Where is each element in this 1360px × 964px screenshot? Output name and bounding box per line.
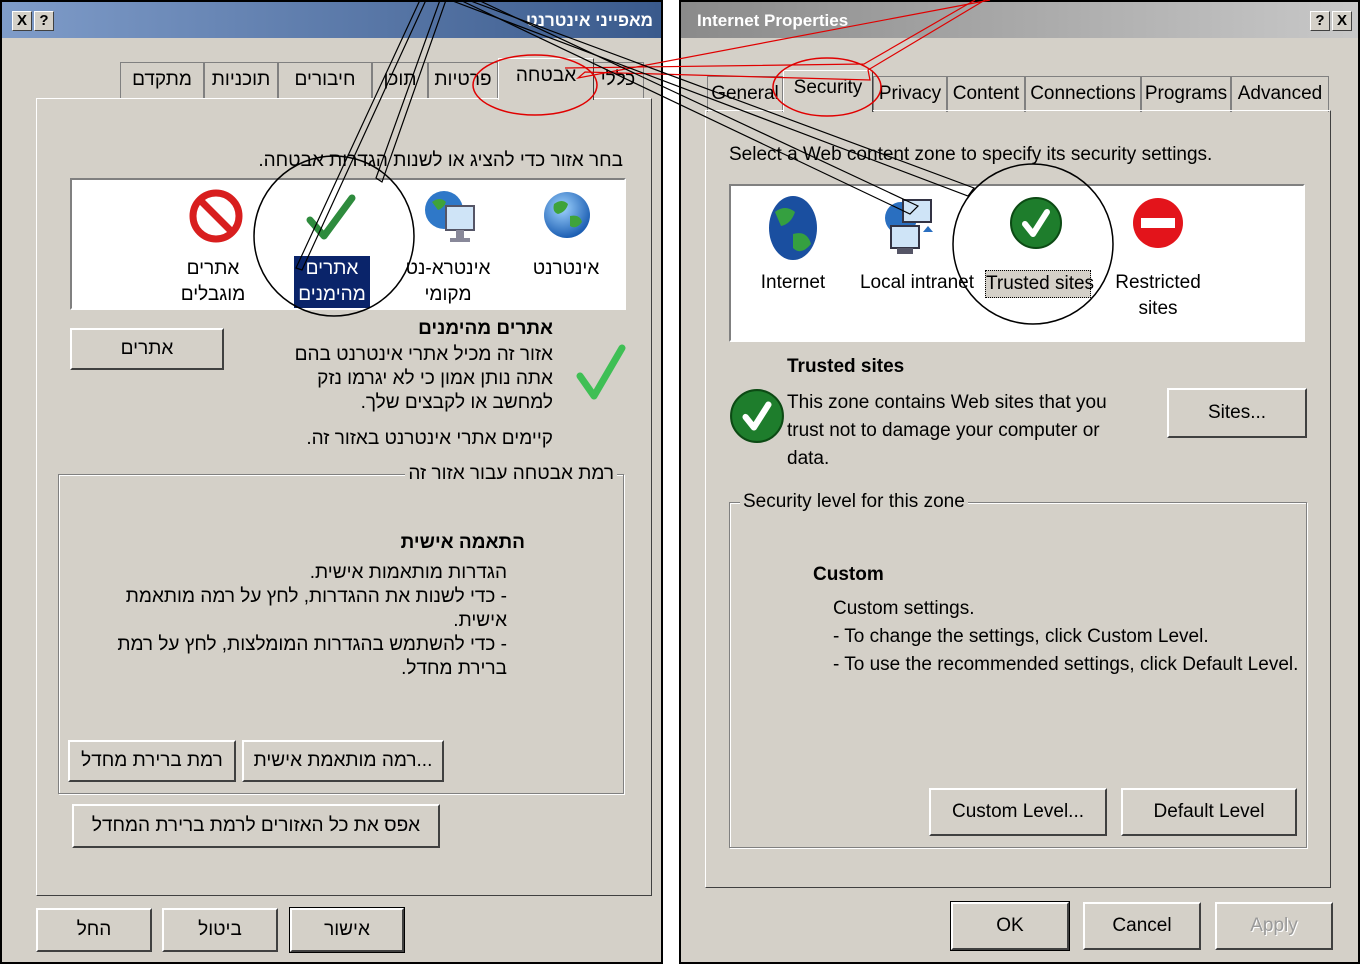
- zone-description-3: data.: [787, 448, 830, 469]
- zone-description-2: אתה נותן אמון כי לא יגרמו נזק: [317, 368, 553, 389]
- zone-restricted-line2: sites: [1138, 298, 1178, 319]
- apply-button[interactable]: Apply: [1215, 902, 1333, 950]
- tab-connections[interactable]: Connections: [1025, 76, 1141, 112]
- zone-list: אינטרנט אינטרא-נט מקומי אתרים מהימנים את…: [70, 178, 626, 310]
- zone-intranet-line2: מקומי: [424, 284, 472, 305]
- sites-button[interactable]: אתרים: [70, 328, 224, 370]
- custom-heading: התאמה אישית: [400, 532, 525, 553]
- custom-line-1: Custom settings.: [833, 598, 975, 619]
- trusted-check-icon: [1010, 197, 1062, 249]
- default-level-button[interactable]: Default Level: [1121, 788, 1297, 836]
- tab-programs[interactable]: Programs: [1141, 76, 1231, 112]
- zone-description-1: This zone contains Web sites that you: [787, 392, 1107, 413]
- ok-button[interactable]: OK: [950, 901, 1070, 951]
- security-level-legend: רמת אבטחה עבור אזור זה: [405, 463, 617, 485]
- tab-programs[interactable]: תוכניות: [204, 62, 278, 98]
- apply-button[interactable]: החל: [36, 908, 152, 952]
- tab-content[interactable]: תוכן: [372, 62, 428, 98]
- zone-intranet-line1: אינטרא-נט: [405, 258, 491, 279]
- zone-restricted-line1: Restricted: [1115, 272, 1201, 293]
- zone-heading: Trusted sites: [787, 356, 905, 377]
- reset-all-zones-button[interactable]: אפס את כל האזורים לרמת ברירת המחדל: [72, 804, 440, 848]
- zone-internet[interactable]: Internet: [751, 270, 835, 296]
- hebrew-dialog: X ? מאפייני אינטרנט כללי אבטחה פרטיות תו…: [0, 0, 663, 964]
- english-title-bar: Internet Properties ? X: [681, 2, 1358, 38]
- tab-advanced[interactable]: מתקדם: [120, 62, 204, 98]
- restricted-icon: [189, 189, 243, 243]
- custom-line-4: - כדי להשתמש בהגדרות המומלצות, לחץ על רמ…: [117, 634, 507, 655]
- zone-description-2: trust not to damage your computer or: [787, 420, 1100, 441]
- trusted-check-icon: [576, 344, 626, 400]
- security-level-legend: Security level for this zone: [740, 491, 968, 513]
- custom-line-2: - To change the settings, click Custom L…: [833, 626, 1209, 647]
- tab-privacy[interactable]: Privacy: [873, 76, 947, 112]
- zone-trusted-sites[interactable]: אתרים מהימנים: [294, 256, 370, 308]
- custom-line-1: הגדרות מותאמות אישית.: [309, 562, 507, 583]
- close-button[interactable]: X: [1332, 11, 1352, 31]
- custom-line-5: ברירת מחדל.: [401, 658, 507, 679]
- help-button[interactable]: ?: [34, 11, 54, 31]
- zone-restricted-line1: אתרים: [186, 258, 240, 279]
- zone-instruction: בחר אזור כדי להציג או לשנות הגדרות אבטחה…: [258, 150, 623, 171]
- zone-trusted-line1: אתרים: [305, 258, 359, 279]
- zone-internet[interactable]: אינטרנט: [524, 256, 608, 282]
- custom-line-3: - To use the recommended settings, click…: [833, 654, 1299, 675]
- zone-restricted-line2: מוגבלים: [180, 284, 246, 305]
- globe-icon: [544, 192, 590, 238]
- zone-local-intranet[interactable]: אינטרא-נט מקומי: [398, 256, 498, 308]
- custom-line-3: אישית.: [453, 610, 507, 631]
- cancel-button[interactable]: ביטול: [162, 908, 278, 952]
- cancel-button[interactable]: Cancel: [1083, 902, 1201, 950]
- window-title: Internet Properties: [697, 11, 849, 30]
- zone-trusted-line2: מהימנים: [298, 284, 366, 305]
- zone-description-3: למחשב או לקבצים שלך.: [360, 392, 553, 413]
- zone-description-4: קיימים אתרי אינטרנט באזור זה.: [306, 428, 553, 449]
- zone-description-1: אזור זה מכיל אתרי אינטרנט בהם: [294, 344, 553, 365]
- zone-heading: אתרים מהימנים: [418, 318, 553, 339]
- help-button[interactable]: ?: [1310, 11, 1330, 31]
- zone-instruction: Select a Web content zone to specify its…: [729, 144, 1213, 165]
- custom-level-button[interactable]: Custom Level...: [929, 788, 1107, 836]
- window-title: מאפייני אינטרנט: [525, 11, 653, 30]
- custom-heading: Custom: [813, 564, 884, 585]
- intranet-icon: [885, 199, 933, 254]
- zone-restricted-sites[interactable]: Restricted sites: [1109, 270, 1207, 322]
- english-dialog: Internet Properties ? X General Security…: [679, 0, 1360, 964]
- tab-connections[interactable]: חיבורים: [278, 62, 372, 98]
- default-level-button[interactable]: רמת ברירת מחדל: [68, 740, 236, 782]
- tab-privacy[interactable]: פרטיות: [428, 62, 498, 98]
- trusted-check-icon: [730, 389, 784, 443]
- zone-list: Internet Local intranet Trusted sites Re…: [729, 184, 1305, 342]
- sites-button[interactable]: Sites...: [1167, 388, 1307, 438]
- tab-content[interactable]: Content: [947, 76, 1025, 112]
- zone-restricted-sites[interactable]: אתרים מוגבלים: [168, 256, 258, 308]
- tab-security[interactable]: Security: [783, 70, 873, 112]
- intranet-icon: [425, 191, 475, 242]
- tab-security[interactable]: אבטחה: [498, 58, 594, 100]
- restricted-icon: [1133, 198, 1183, 248]
- zone-local-intranet[interactable]: Local intranet: [857, 270, 977, 296]
- tab-general[interactable]: General: [707, 76, 783, 112]
- ok-button[interactable]: אישור: [289, 907, 405, 953]
- tab-general[interactable]: כללי: [592, 62, 644, 98]
- close-button[interactable]: X: [12, 11, 32, 31]
- hebrew-title-bar: X ? מאפייני אינטרנט: [2, 2, 661, 38]
- trusted-check-icon: [306, 194, 356, 240]
- tab-advanced[interactable]: Advanced: [1231, 76, 1329, 112]
- globe-icon: [769, 196, 817, 260]
- custom-line-2: - כדי לשנות את ההגדרות, לחץ על רמה מותאמ…: [125, 586, 507, 607]
- custom-level-button[interactable]: רמה מותאמת אישית...: [242, 740, 444, 782]
- zone-trusted-sites[interactable]: Trusted sites: [985, 270, 1094, 298]
